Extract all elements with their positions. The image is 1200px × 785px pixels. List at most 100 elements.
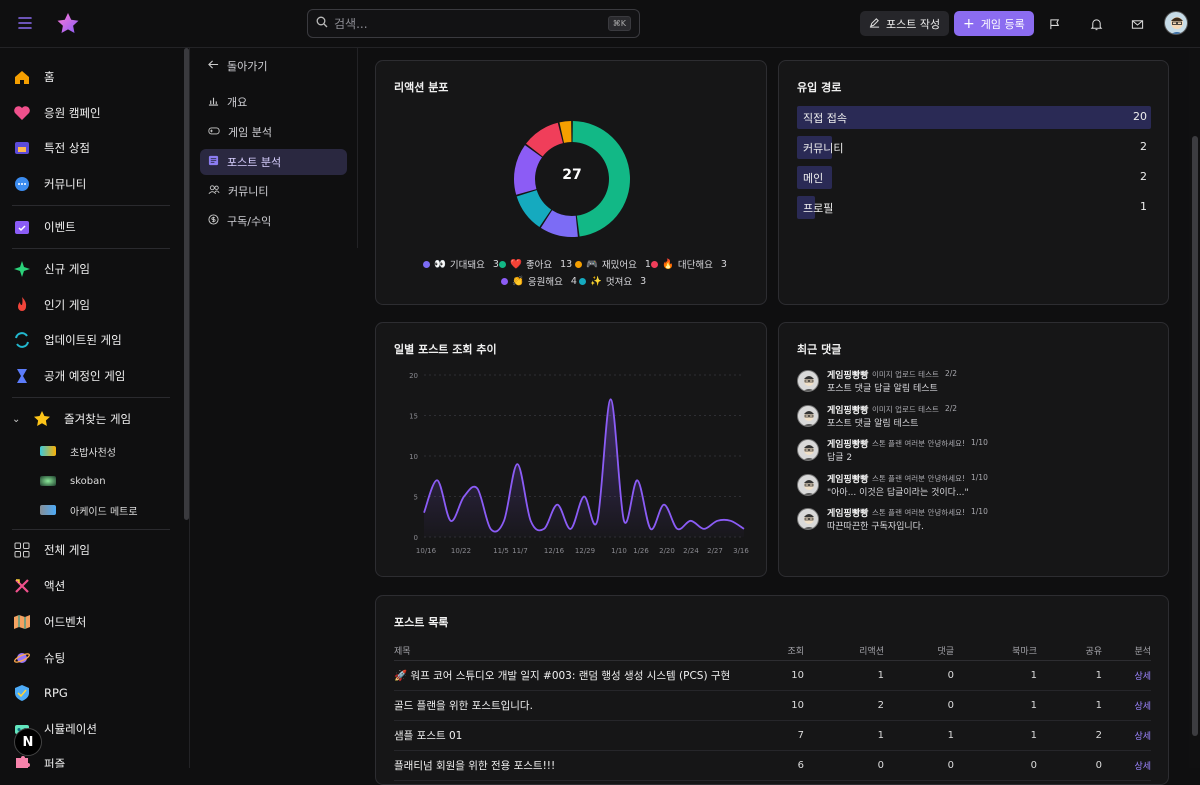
sidebar-item-upcoming-games[interactable]: 공개 예정인 게임 [12,362,125,390]
x-tick-label: 11/5 [493,547,509,555]
sidebar-item-rpg[interactable]: RPG [12,679,68,707]
sidebar-item-updated-games[interactable]: 업데이트된 게임 [12,326,122,354]
column-header: 분석 [1102,642,1151,660]
x-tick-label: 12/29 [575,547,595,555]
comment-date: 2/2 [945,369,957,378]
gamepad-icon [208,125,220,139]
column-header[interactable]: 공유 [1037,642,1102,660]
comment-item[interactable]: 게임핑빵빵이미지 업로드 테스트2/2포스트 댓글 알림 테스트 [797,403,1157,435]
user-avatar[interactable] [1164,11,1188,35]
logo-star-icon[interactable] [54,10,82,38]
legend-count: 3 [640,276,646,287]
bell-icon[interactable] [1086,14,1106,34]
write-post-button[interactable]: 포스트 작성 [860,11,949,36]
page-scrollbar[interactable] [1189,48,1200,768]
sidebar-divider [12,248,170,249]
arrow-left-icon [208,59,219,73]
sidebar-item-home[interactable]: 홈 [12,63,55,91]
comment-author: 게임핑빵빵 [827,403,868,416]
post-shares: 2 [1037,720,1102,750]
sidebar-item-events[interactable]: 이벤트 [12,213,76,241]
column-header[interactable]: 북마크 [954,642,1037,660]
referrer-label: 직접 접속 [803,110,847,126]
comment-item[interactable]: 게임핑빵빵이미지 업로드 테스트2/2포스트 댓글 답글 알림 테스트 [797,368,1157,400]
y-tick-label: 5 [414,494,418,502]
x-tick-label: 12/16 [544,547,565,555]
scrollbar-thumb[interactable] [1192,136,1198,736]
favorite-game-item[interactable]: 아케이드 메트로 [40,499,138,521]
write-post-label: 포스트 작성 [886,16,940,32]
chevron-down-icon[interactable]: ⌄ [12,414,20,425]
post-reactions: 0 [804,750,884,780]
sidebar-item-all-games[interactable]: 전체 게임 [12,536,90,564]
post-views: 10 [764,690,804,720]
sparkle-icon [12,259,32,279]
subnav-item-post-analysis[interactable]: 포스트 분석 [200,149,347,175]
post-reactions: 1 [804,660,884,690]
search-bar[interactable]: ⌘K [307,9,640,38]
subnav-item-community[interactable]: 커뮤니티 [200,178,347,204]
legend-dot [575,261,582,268]
favorite-game-item[interactable]: 초밥사천성 [40,440,116,462]
post-title[interactable]: 플래티넘 회원을 위한 전용 포스트!!! [394,750,764,780]
comment-item[interactable]: 게임핑빵빵스톤 플랜 여러분 안녕하세요!1/10"아아... 이것은 답글이라… [797,472,1157,504]
favorite-game-label: 초밥사천성 [70,444,116,459]
comment-text: 포스트 댓글 답글 알림 테스트 [827,381,938,394]
legend-emoji: 👏 [512,276,524,287]
legend-label: 기대돼요 [450,257,485,271]
sidebar-scrollbar[interactable] [184,48,189,520]
bar-chart-icon [208,95,219,109]
sidebar-item-label: 전체 게임 [44,542,90,558]
sidebar-item-shooting[interactable]: 슈팅 [12,644,65,672]
sidebar-item-popular-games[interactable]: 인기 게임 [12,291,90,319]
post-bookmarks: 1 [954,690,1037,720]
post-reactions: 2 [804,690,884,720]
post-detail-link[interactable]: 상세 [1134,732,1151,742]
post-detail-link[interactable]: 상세 [1134,762,1151,772]
subnav-item-subscription[interactable]: 구독/수익 [200,208,347,234]
favorite-game-item[interactable]: skoban [40,470,106,492]
flag-icon[interactable] [1045,14,1065,34]
menu-icon[interactable] [14,12,36,34]
subnav-item-overview[interactable]: 개요 [200,89,347,115]
post-title[interactable]: 🚀 워프 코어 스튜디오 개발 일지 #003: 랜덤 행성 생성 시스템 (P… [394,660,764,690]
sidebar-item-new-games[interactable]: 신규 게임 [12,255,90,283]
swords-icon [12,576,32,596]
post-title[interactable]: 샘플 포스트 01 [394,720,764,750]
subnav-item-game-analysis[interactable]: 게임 분석 [200,119,347,145]
legend-label: 좋아요 [526,257,552,271]
grid-icon [12,540,32,560]
comment-item[interactable]: 게임핑빵빵스톤 플랜 여러분 안녕하세요!1/10따끈따끈한 구독자입니다. [797,506,1157,538]
sidebar-item-action[interactable]: 액션 [12,572,65,600]
column-header[interactable]: 리액션 [804,642,884,660]
referrer-value: 2 [1140,140,1147,153]
legend-dot [579,278,586,285]
table-row: 골드 플랜을 위한 포스트입니다.102011상세 [394,690,1151,720]
series-area [424,399,744,537]
comment-item[interactable]: 게임핑빵빵스톤 플랜 여러분 안녕하세요!1/10답글 2 [797,437,1157,469]
sidebar-item-campaign[interactable]: 응원 캠페인 [12,99,101,127]
sidebar-item-adventure[interactable]: 어드벤처 [12,608,86,636]
favorite-game-label: skoban [70,476,106,487]
post-bookmarks: 1 [954,720,1037,750]
back-link[interactable]: 돌아가기 [200,53,347,79]
post-detail-link[interactable]: 상세 [1134,672,1151,682]
game-thumbnail [40,476,56,486]
sidebar-item-store[interactable]: 특전 상점 [12,134,90,162]
search-input[interactable] [334,17,608,31]
column-header[interactable]: 댓글 [884,642,954,660]
referrer-label: 커뮤니티 [803,140,843,156]
column-header[interactable]: 조회 [764,642,804,660]
game-thumbnail [40,505,56,515]
home-icon [12,67,32,87]
register-game-button[interactable]: + 게임 등록 [954,11,1034,36]
post-detail-link[interactable]: 상세 [1134,702,1151,712]
sidebar-item-community[interactable]: 커뮤니티 [12,170,86,198]
dollar-icon [208,214,219,228]
mail-icon[interactable] [1127,14,1147,34]
sidebar-item-favorites[interactable]: ⌄ 즐겨찾는 게임 [12,405,131,433]
n-badge-icon[interactable]: N [14,728,42,756]
subnav-item-label: 개요 [227,94,247,110]
chat-icon [12,174,32,194]
post-title[interactable]: 골드 플랜을 위한 포스트입니다. [394,690,764,720]
